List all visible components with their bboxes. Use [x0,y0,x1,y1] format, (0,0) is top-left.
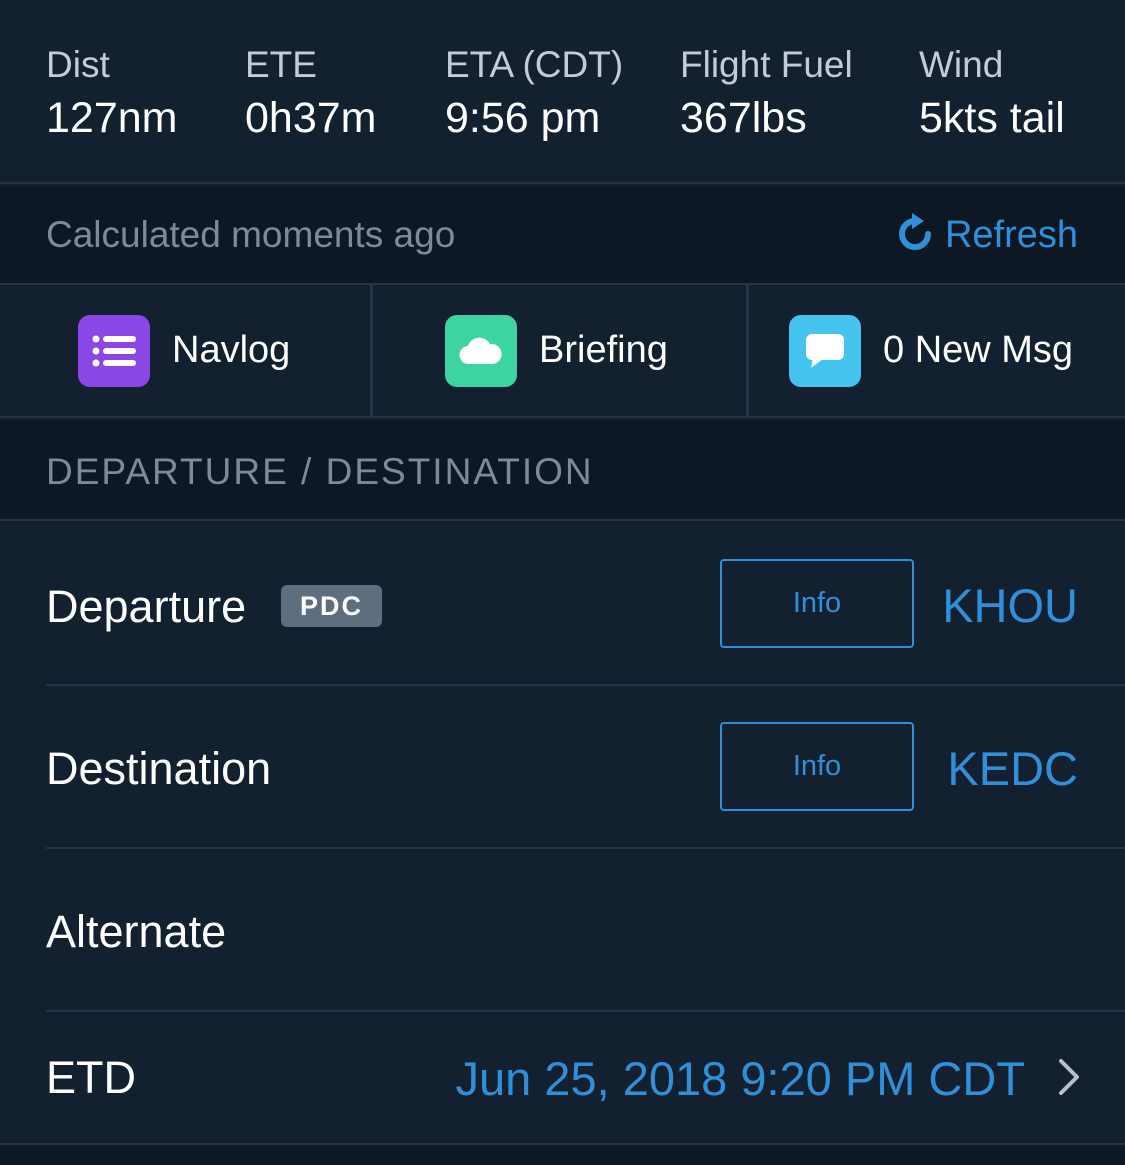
list-icon [78,314,150,387]
quick-actions: Navlog Briefing 0 New Msg [0,285,1125,418]
briefing-label: Briefing [539,329,668,371]
destination-info-button[interactable]: Info [720,722,914,811]
departure-info-button[interactable]: Info [720,559,914,648]
stat-value: 127nm [46,94,178,142]
stat-value: 0h37m [245,94,377,142]
section-header: DEPARTURE / DESTINATION [0,420,1125,521]
refresh-label: Refresh [944,214,1078,256]
messages-button[interactable]: 0 New Msg [749,285,1125,416]
etd-label: ETD [46,1052,136,1103]
stat-value: 5kts tail [919,94,1065,142]
calculated-status-text: Calculated moments ago [46,214,456,255]
destination-label: Destination [46,743,272,794]
refresh-button[interactable]: Refresh [895,212,1078,259]
refresh-icon [895,212,935,259]
stat-label: Dist [46,44,110,85]
departure-label: Departure [46,581,247,632]
stat-label: Flight Fuel [680,44,853,85]
stat-flight-fuel: Flight Fuel 367lbs [680,44,853,144]
etd-value[interactable]: Jun 25, 2018 9:20 PM CDT [455,1051,1025,1106]
stat-distance: Dist 127nm [46,44,177,144]
alternate-row[interactable]: Alternate [0,849,1125,1012]
cloud-icon [445,314,517,387]
message-icon [789,314,861,387]
navlog-label: Navlog [172,329,291,371]
stat-eta: ETA (CDT) 9:56 pm [445,44,623,144]
list-footer [0,1143,1125,1165]
stat-ete: ETE 0h37m [245,44,376,144]
stat-label: ETA (CDT) [445,44,624,85]
stat-label: ETE [245,44,317,85]
etd-row[interactable]: ETD Jun 25, 2018 9:20 PM CDT [0,1012,1125,1143]
stat-wind: Wind 5kts tail [919,44,1065,144]
section-title: DEPARTURE / DESTINATION [46,451,594,492]
stat-value: 9:56 pm [445,94,601,142]
flight-summary-bar: Dist 127nm ETE 0h37m ETA (CDT) 9:56 pm F… [0,0,1125,184]
departure-row[interactable]: Departure PDC Info KHOU [0,522,1125,686]
pdc-badge[interactable]: PDC [281,585,383,627]
messages-label: 0 New Msg [883,329,1074,371]
stat-value: 367lbs [680,94,807,142]
departure-airport-code[interactable]: KHOU [942,578,1078,633]
alternate-label: Alternate [46,906,227,957]
briefing-button[interactable]: Briefing [373,285,749,416]
destination-row[interactable]: Destination Info KEDC [0,686,1125,849]
calculation-status-bar: Calculated moments ago Refresh [0,186,1125,285]
chevron-right-icon [1057,1058,1081,1101]
destination-airport-code[interactable]: KEDC [947,741,1078,796]
navlog-button[interactable]: Navlog [0,285,373,416]
stat-label: Wind [919,44,1004,85]
